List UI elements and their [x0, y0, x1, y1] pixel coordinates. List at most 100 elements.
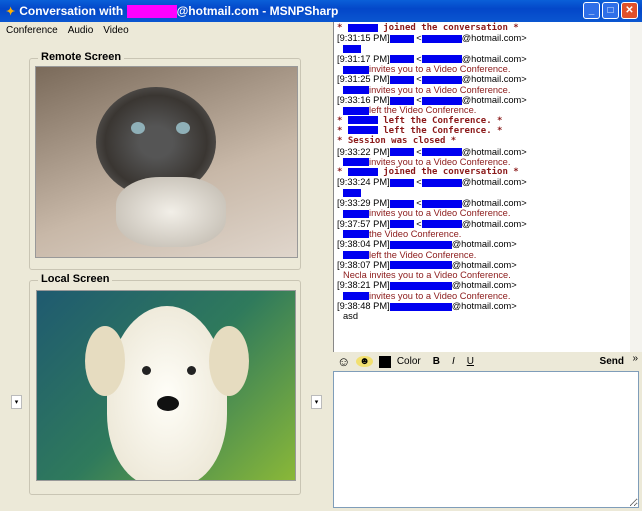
- chat-text: @hotmail.com>: [461, 218, 527, 229]
- message-input[interactable]: [333, 371, 639, 508]
- emoticon-icon[interactable]: ☺: [337, 354, 350, 369]
- bold-button[interactable]: B: [433, 356, 440, 367]
- chat-text: invites you to a Video Conference.: [369, 64, 511, 75]
- chat-line: [9:33:29 PM] < @hotmail.com>: [337, 198, 527, 209]
- chat-text: joined the conversation: [383, 23, 508, 33]
- color-button[interactable]: Color: [397, 356, 421, 367]
- redacted-name: [126, 5, 177, 19]
- chat-line: [9:33:16 PM] < @hotmail.com>: [337, 95, 527, 106]
- chat-text: [9:38:07 PM]: [337, 259, 390, 270]
- chat-line: invites you to a Video Conference.: [337, 85, 630, 95]
- chat-text: left the Video Conference.: [369, 105, 477, 116]
- chat-text: invites you to a Video Conference.: [369, 208, 511, 219]
- remote-screen-label: Remote Screen: [38, 51, 125, 63]
- chat-line: invites you to a Video Conference.: [337, 208, 630, 218]
- italic-button[interactable]: I: [452, 356, 455, 367]
- chat-line: [9:38:04 PM] @hotmail.com>: [337, 239, 630, 249]
- chat-line: [9:38:48 PM] @hotmail.com>: [337, 301, 630, 311]
- redacted: [343, 65, 369, 74]
- more-button[interactable]: »: [632, 353, 638, 364]
- chat-line: asd: [337, 311, 630, 321]
- chat-line: [9:38:21 PM] @hotmail.com>: [337, 280, 630, 290]
- chat-text: invites you to a Video Conference.: [369, 84, 511, 95]
- chat-text: [9:38:48 PM]: [337, 301, 390, 312]
- redacted: [389, 148, 414, 157]
- remote-video: [35, 66, 298, 258]
- msn-logo-icon: ✦: [6, 5, 16, 18]
- menu-audio[interactable]: Audio: [68, 25, 94, 36]
- send-button[interactable]: Send: [600, 356, 624, 367]
- chat-text: [9:37:57 PM]: [337, 218, 390, 229]
- chat-line: [337, 44, 630, 54]
- local-left-dropdown-button[interactable]: ▾: [11, 395, 22, 409]
- chat-line: * joined the conversation *: [337, 23, 519, 33]
- chat-text: left the Conference.: [383, 115, 492, 126]
- redacted: [389, 96, 414, 105]
- chat-text: @hotmail.com>: [461, 74, 527, 85]
- chat-text: [9:31:15 PM]: [337, 33, 390, 44]
- wink-icon[interactable]: ☻: [356, 356, 373, 367]
- chat-text: @hotmail.com>: [461, 177, 527, 188]
- format-toolbar: ☺ ☻ Color B I U Send »: [333, 352, 642, 371]
- chat-text: @hotmail.com>: [451, 280, 517, 291]
- chat-text: Necla invites you to a Video Conference.: [343, 270, 511, 281]
- chat-text: [9:33:24 PM]: [337, 177, 390, 188]
- chat-text: [9:31:25 PM]: [337, 74, 390, 85]
- chat-text: @hotmail.com>: [461, 33, 527, 44]
- chat-text: [9:33:16 PM]: [337, 95, 390, 106]
- maximize-button[interactable]: □: [602, 2, 619, 19]
- chat-line: invites you to a Video Conference.: [337, 64, 630, 74]
- chat-line: the Video Conference.: [337, 229, 630, 239]
- redacted: [389, 179, 414, 187]
- local-video: [36, 290, 296, 481]
- redacted: [421, 76, 462, 85]
- redacted: [389, 76, 414, 85]
- redacted: [389, 199, 414, 208]
- chat-history: * joined the conversation * [9:31:15 PM] …: [333, 22, 630, 352]
- menu-video[interactable]: Video: [103, 25, 128, 36]
- redacted: [389, 302, 452, 311]
- chat-line: [9:37:57 PM] < @hotmail.com>: [337, 218, 527, 229]
- chat-line: [9:31:17 PM] < @hotmail.com>: [337, 53, 527, 64]
- redacted: [421, 179, 462, 187]
- redacted: [389, 261, 452, 270]
- chat-line: * left the Conference. *: [337, 125, 503, 136]
- chat-text: @hotmail.com>: [451, 239, 517, 250]
- redacted: [347, 116, 378, 125]
- chat-text: [9:33:29 PM]: [337, 198, 390, 209]
- chat-line: Necla invites you to a Video Conference.: [337, 270, 630, 280]
- local-right-dropdown-button[interactable]: ▾: [311, 395, 322, 409]
- underline-button[interactable]: U: [467, 356, 474, 367]
- redacted: [389, 55, 414, 64]
- minimize-button[interactable]: _: [583, 2, 600, 19]
- chat-text: @hotmail.com>: [451, 259, 517, 270]
- chat-text: @hotmail.com>: [461, 95, 527, 106]
- chat-text: [9:38:04 PM]: [337, 239, 390, 250]
- close-button[interactable]: ✕: [621, 2, 638, 19]
- chat-line: [9:38:07 PM] @hotmail.com>: [337, 260, 630, 270]
- chat-text: [9:33:22 PM]: [337, 146, 390, 157]
- redacted: [343, 106, 369, 115]
- redacted: [421, 220, 462, 229]
- chat-text: invites you to a Video Conference.: [369, 290, 511, 301]
- chat-line: invites you to a Video Conference.: [337, 291, 630, 301]
- redacted: [343, 209, 369, 218]
- redacted: [389, 220, 414, 229]
- redacted: [343, 230, 369, 239]
- redacted: [343, 251, 369, 260]
- redacted: [421, 148, 462, 157]
- chat-line: [9:31:15 PM] < @hotmail.com>: [337, 33, 527, 44]
- redacted: [389, 34, 414, 43]
- chat-text: invites you to a Video Conference.: [369, 156, 511, 167]
- chat-line: [9:33:22 PM] < @hotmail.com>: [337, 146, 527, 157]
- chat-text: left the Conference.: [383, 125, 492, 136]
- menu-bar: Conference Audio Video: [0, 22, 332, 38]
- menu-conference[interactable]: Conference: [6, 25, 58, 36]
- chat-scrollbar[interactable]: [630, 22, 642, 352]
- redacted: [421, 199, 462, 208]
- redacted: [347, 167, 378, 176]
- color-swatch[interactable]: [378, 355, 391, 368]
- chat-line: * left the Conference. *: [337, 115, 503, 126]
- chat-text: @hotmail.com>: [461, 146, 527, 157]
- chat-text: [9:38:21 PM]: [337, 280, 390, 291]
